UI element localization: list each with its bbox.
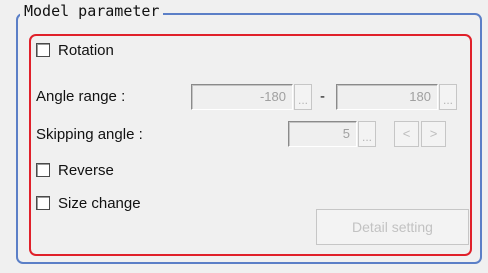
size-change-label: Size change [58,194,141,212]
rotation-row[interactable]: Rotation [36,41,114,59]
skipping-angle-ellipsis-button: ... [358,121,376,147]
group-title: Model parameter [20,3,164,20]
angle-range-min-field: -180 [191,84,293,110]
reverse-label: Reverse [58,161,114,179]
rotation-label: Rotation [58,41,114,59]
angle-range-label: Angle range : [36,88,126,105]
size-change-row[interactable]: Size change [36,194,141,212]
reverse-row[interactable]: Reverse [36,161,114,179]
skipping-angle-field: 5 [288,121,357,147]
angle-range-separator: - [320,88,325,105]
angle-range-min-ellipsis-button: ... [294,84,312,110]
reverse-checkbox[interactable] [36,163,50,177]
angle-range-max-ellipsis-button: ... [439,84,457,110]
angle-range-max-field: 180 [336,84,438,110]
rotation-checkbox[interactable] [36,43,50,57]
skipping-angle-label: Skipping angle : [36,126,143,143]
skipping-angle-decrease-button: < [394,121,419,147]
size-change-checkbox[interactable] [36,196,50,210]
detail-setting-button: Detail setting [316,209,469,245]
skipping-angle-increase-button: > [421,121,446,147]
